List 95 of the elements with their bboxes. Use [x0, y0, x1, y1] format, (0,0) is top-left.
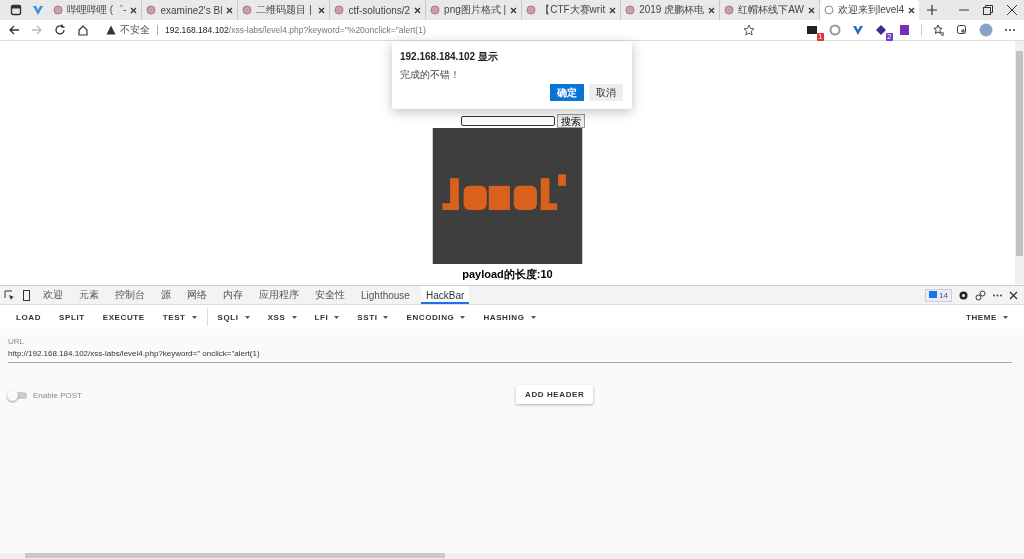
close-icon[interactable] [226, 6, 234, 14]
extension-badge: 1 [816, 33, 824, 41]
circle-icon[interactable] [829, 24, 841, 36]
close-icon[interactable] [609, 6, 617, 14]
close-icon[interactable] [510, 6, 518, 14]
extension-icon[interactable] [875, 24, 887, 36]
dialog-message: 完成的不错！ [400, 68, 461, 82]
close-icon[interactable] [414, 6, 422, 14]
url-value: http://192.168.184.102/xss-labs/level4.php?keyword=" onclick="alert(1) [8, 349, 261, 358]
browser-tab[interactable]: png图片格式 | [426, 0, 523, 20]
keyword-field[interactable] [460, 116, 555, 126]
page-icon [334, 5, 345, 15]
close-icon[interactable] [708, 6, 716, 14]
page-icon [242, 5, 253, 15]
security-label: 不安全 [120, 23, 150, 37]
search-button[interactable]: 搜索 [556, 114, 585, 128]
menu-button[interactable]: SPLIT [51, 312, 93, 322]
back-icon[interactable] [8, 24, 20, 36]
close-icon[interactable] [908, 6, 916, 14]
settings-icon[interactable] [958, 289, 969, 301]
toggle-switch[interactable] [8, 391, 27, 399]
devtools-tab[interactable]: 内存 [218, 286, 248, 304]
browser-tab[interactable]: 2019 虎鹏杯电 [621, 0, 721, 20]
browser-tab[interactable]: 红帽杯线下AW [720, 0, 820, 20]
home-icon[interactable] [77, 24, 89, 36]
extension-badge: 2 [885, 33, 893, 41]
tab-actions-icon[interactable] [10, 4, 22, 16]
browser-tab[interactable]: 哔哩哔哩 (゜- [49, 0, 143, 20]
favorite-star-icon[interactable] [743, 24, 755, 36]
profile-avatar-icon[interactable] [979, 23, 993, 37]
url-host: 192.168.184.102 [165, 25, 229, 35]
menu-button[interactable]: ENCODING [398, 312, 474, 322]
v-logo-icon[interactable] [852, 24, 864, 36]
menu-button[interactable]: SSTI [349, 312, 397, 322]
theme-button[interactable]: THEME [958, 312, 1016, 322]
dialog-title: 192.168.184.102 显示 [400, 50, 499, 64]
menu-button[interactable]: XSS [259, 312, 305, 322]
page-icon [823, 5, 834, 15]
cancel-button[interactable]: 取消 [589, 84, 623, 101]
extension-icon[interactable] [806, 24, 818, 36]
warning-icon [106, 25, 116, 35]
restore-icon[interactable] [983, 5, 993, 15]
page-icon [625, 5, 636, 15]
add-header-button[interactable]: ADD HEADER [516, 385, 594, 404]
menu-button[interactable]: EXECUTE [94, 312, 153, 322]
url-field[interactable]: URL http://192.168.184.102/xss-labs/level4.php?keyword=" onclick="alert(1) [8, 337, 1012, 363]
address-field[interactable]: 不安全 192.168.184.102/xss-labs/level4.php?keyword="%20onclick="alert(1) [106, 21, 795, 39]
browser-tab[interactable]: examine2's Bl [142, 0, 239, 20]
payload-length-text: payload的长度:10 [462, 268, 553, 280]
close-icon[interactable] [130, 6, 138, 14]
page-icon [146, 5, 157, 15]
new-tab-icon[interactable] [927, 5, 938, 15]
menu-button[interactable]: HASHING [475, 312, 544, 322]
message-icon [929, 291, 938, 299]
page-icon [53, 5, 63, 15]
favorites-icon[interactable] [933, 24, 945, 36]
browser-tab[interactable]: 二维码题目 | [238, 0, 331, 20]
page-icon [430, 5, 441, 15]
browser-tab[interactable]: 欢迎来到level4 [819, 0, 920, 20]
close-icon[interactable] [807, 6, 815, 14]
devtools-tab[interactable]: 安全性 [310, 286, 350, 304]
menu-button[interactable]: LOAD [8, 312, 50, 322]
page-icon [724, 5, 735, 15]
devtools-tab[interactable]: Lighthouse [356, 286, 415, 304]
menu-button[interactable]: TEST [154, 312, 205, 322]
devtools-tab[interactable]: 应用程序 [254, 286, 304, 304]
connection-icon[interactable] [975, 289, 986, 301]
devtools-tab[interactable]: 元素 [74, 286, 104, 304]
devtools-tab[interactable]: 网络 [182, 286, 212, 304]
collections-icon[interactable] [956, 24, 968, 36]
reload-icon[interactable] [54, 24, 66, 36]
device-icon[interactable] [21, 289, 32, 301]
devtools-tab[interactable]: 源 [156, 286, 176, 304]
notebook-icon[interactable] [898, 24, 910, 36]
scrollbar-thumb[interactable] [25, 553, 445, 558]
issues-counter[interactable]: 14 [925, 288, 952, 302]
url-path: /xss-labs/level4.php?keyword="%20onclick="alert(1) [228, 25, 426, 35]
devtools-tab[interactable]: 控制台 [110, 286, 150, 304]
enable-post-label: Enable POST [33, 390, 82, 400]
devtools-tab[interactable]: 欢迎 [38, 286, 68, 304]
devtools-tab[interactable]: HackBar [420, 286, 470, 304]
v-logo-icon[interactable] [32, 4, 44, 16]
close-icon[interactable] [1009, 290, 1018, 300]
caret-icon [1003, 315, 1008, 319]
url-label: URL [8, 337, 25, 346]
ok-button[interactable]: 确定 [550, 84, 584, 101]
browser-tab[interactable]: ctf-solutions/2 [330, 0, 427, 20]
menu-button[interactable]: SQLI [209, 312, 258, 322]
inspect-icon[interactable] [4, 289, 15, 301]
close-icon[interactable] [318, 6, 326, 14]
page-icon [526, 5, 537, 15]
close-icon[interactable] [1007, 5, 1017, 15]
browser-tab[interactable]: 【CTF大赛writ [522, 0, 622, 20]
scrollbar-thumb[interactable] [1016, 51, 1023, 256]
menu-button[interactable]: LFI [306, 312, 348, 322]
